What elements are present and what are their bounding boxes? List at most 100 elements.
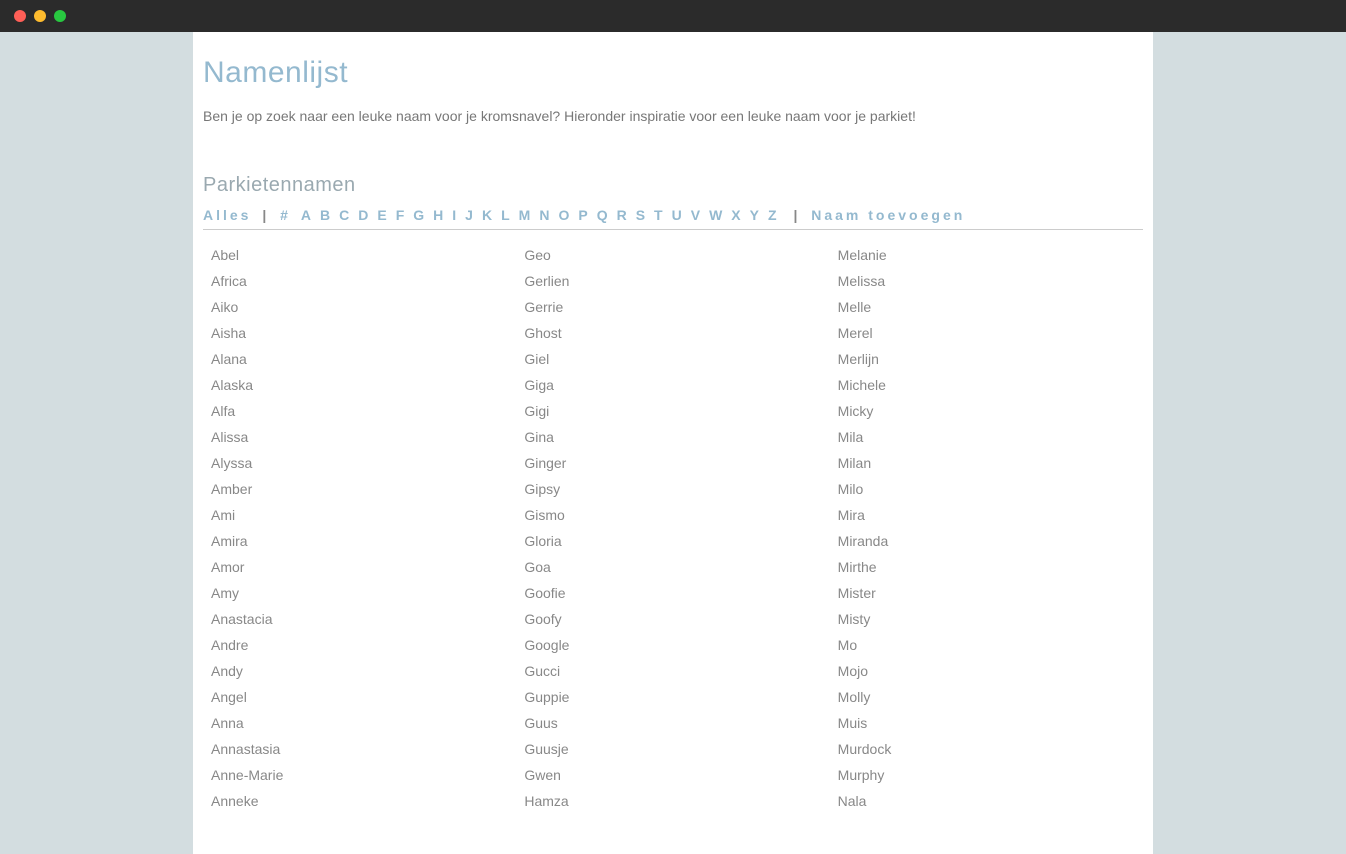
list-item[interactable]: Amira [203,528,516,554]
filter-letter-r[interactable]: R [617,207,630,223]
list-item[interactable]: Mister [830,580,1143,606]
filter-letter-c[interactable]: C [339,207,352,223]
list-item[interactable]: Merel [830,320,1143,346]
list-item[interactable]: Gerrie [516,294,829,320]
list-item[interactable]: Hamza [516,788,829,814]
list-item[interactable]: Gigi [516,398,829,424]
list-item[interactable]: Gismo [516,502,829,528]
list-item[interactable]: Alfa [203,398,516,424]
list-item[interactable]: Amber [203,476,516,502]
list-item[interactable]: Ghost [516,320,829,346]
list-item[interactable]: Anna [203,710,516,736]
list-item[interactable]: Google [516,632,829,658]
filter-hash-link[interactable]: # [280,207,291,223]
list-item[interactable]: Andy [203,658,516,684]
list-item[interactable]: Goofy [516,606,829,632]
filter-letter-i[interactable]: I [452,207,459,223]
filter-letter-u[interactable]: U [672,207,685,223]
list-item[interactable]: Mirthe [830,554,1143,580]
list-item[interactable]: Giel [516,346,829,372]
list-item[interactable]: Alana [203,346,516,372]
filter-letter-y[interactable]: Y [750,207,762,223]
filter-letter-b[interactable]: B [320,207,333,223]
section-title: Parkietennamen [203,174,1143,197]
list-item[interactable]: Mila [830,424,1143,450]
list-item[interactable]: Alissa [203,424,516,450]
filter-letter-m[interactable]: M [519,207,534,223]
filter-letter-z[interactable]: Z [768,207,780,223]
filter-letter-j[interactable]: J [465,207,476,223]
list-item[interactable]: Geo [516,242,829,268]
window-maximize-icon[interactable] [54,10,66,22]
list-item[interactable]: Murphy [830,762,1143,788]
list-item[interactable]: Alyssa [203,450,516,476]
filter-letter-x[interactable]: X [731,207,743,223]
filter-all-link[interactable]: Alles [203,207,251,223]
list-item[interactable]: Ami [203,502,516,528]
list-item[interactable]: Michele [830,372,1143,398]
filter-letter-t[interactable]: T [654,207,666,223]
add-name-link[interactable]: Naam toevoegen [811,207,965,223]
list-item[interactable]: Guus [516,710,829,736]
filter-letter-f[interactable]: F [396,207,408,223]
filter-letter-g[interactable]: G [413,207,427,223]
list-item[interactable]: Melle [830,294,1143,320]
list-item[interactable]: Ginger [516,450,829,476]
list-item[interactable]: Amy [203,580,516,606]
list-item[interactable]: Abel [203,242,516,268]
list-item[interactable]: Molly [830,684,1143,710]
list-item[interactable]: Merlijn [830,346,1143,372]
list-item[interactable]: Goofie [516,580,829,606]
filter-letter-n[interactable]: N [539,207,552,223]
list-item[interactable]: Micky [830,398,1143,424]
list-item[interactable]: Andre [203,632,516,658]
list-item[interactable]: Guusje [516,736,829,762]
list-item[interactable]: Milo [830,476,1143,502]
filter-letter-p[interactable]: P [578,207,590,223]
list-item[interactable]: Anne-Marie [203,762,516,788]
list-item[interactable]: Melanie [830,242,1143,268]
list-item[interactable]: Muis [830,710,1143,736]
list-item[interactable]: Milan [830,450,1143,476]
list-item[interactable]: Anneke [203,788,516,814]
list-item[interactable]: Gwen [516,762,829,788]
filter-letter-k[interactable]: K [482,207,495,223]
list-item[interactable]: Gerlien [516,268,829,294]
list-item[interactable]: Miranda [830,528,1143,554]
list-item[interactable]: Amor [203,554,516,580]
filter-letter-w[interactable]: W [709,207,725,223]
list-item[interactable]: Gloria [516,528,829,554]
filter-letter-l[interactable]: L [501,207,513,223]
list-item[interactable]: Giga [516,372,829,398]
filter-letter-e[interactable]: E [377,207,389,223]
list-item[interactable]: Melissa [830,268,1143,294]
list-item[interactable]: Aisha [203,320,516,346]
window-close-icon[interactable] [14,10,26,22]
list-item[interactable]: Africa [203,268,516,294]
filter-letter-o[interactable]: O [558,207,572,223]
list-item[interactable]: Murdock [830,736,1143,762]
list-item[interactable]: Annastasia [203,736,516,762]
list-item[interactable]: Gina [516,424,829,450]
names-column-1: AbelAfricaAikoAishaAlanaAlaskaAlfaAlissa… [203,242,516,814]
list-item[interactable]: Angel [203,684,516,710]
list-item[interactable]: Mo [830,632,1143,658]
window-minimize-icon[interactable] [34,10,46,22]
filter-letter-d[interactable]: D [358,207,371,223]
list-item[interactable]: Misty [830,606,1143,632]
filter-letter-h[interactable]: H [433,207,446,223]
filter-letter-q[interactable]: Q [597,207,611,223]
filter-letter-a[interactable]: A [301,207,314,223]
list-item[interactable]: Nala [830,788,1143,814]
list-item[interactable]: Gucci [516,658,829,684]
list-item[interactable]: Guppie [516,684,829,710]
list-item[interactable]: Goa [516,554,829,580]
filter-letter-v[interactable]: V [691,207,703,223]
list-item[interactable]: Mira [830,502,1143,528]
list-item[interactable]: Gipsy [516,476,829,502]
list-item[interactable]: Aiko [203,294,516,320]
list-item[interactable]: Alaska [203,372,516,398]
filter-letter-s[interactable]: S [636,207,648,223]
list-item[interactable]: Anastacia [203,606,516,632]
list-item[interactable]: Mojo [830,658,1143,684]
